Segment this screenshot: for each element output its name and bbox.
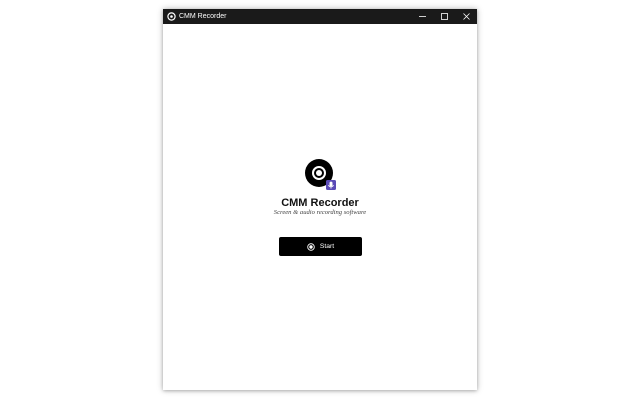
app-logo [305, 159, 337, 191]
start-button[interactable]: Start [279, 237, 362, 256]
app-tagline: Screen & audio recording software [273, 209, 367, 216]
minimize-icon [418, 16, 426, 17]
close-icon [462, 13, 470, 20]
minimize-button[interactable] [411, 9, 433, 24]
window-title: CMM Recorder [179, 13, 227, 20]
maximize-button[interactable] [433, 9, 455, 24]
app-icon [167, 12, 176, 21]
app-name: CMM Recorder [281, 197, 359, 209]
maximize-icon [440, 13, 448, 20]
main-content: CMM Recorder Screen & audio recording so… [163, 24, 477, 390]
microphone-badge-icon [326, 180, 336, 190]
title-bar[interactable]: CMM Recorder [163, 9, 477, 24]
start-button-label: Start [319, 243, 335, 250]
close-button[interactable] [455, 9, 477, 24]
app-window: CMM Recorder CMM Recorder Screen & audio… [163, 9, 477, 390]
record-icon [307, 242, 315, 251]
